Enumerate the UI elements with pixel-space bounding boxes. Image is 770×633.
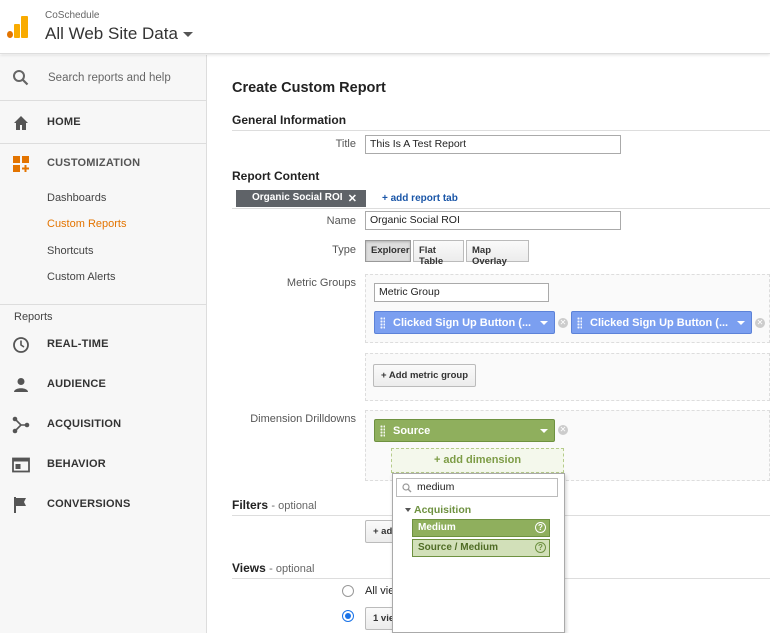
chevron-down-icon[interactable] [737,321,745,325]
sidebar-item-dashboards[interactable]: Dashboards [47,192,106,204]
drag-handle-icon[interactable] [380,425,385,437]
dimension-label: Source [393,425,431,437]
acquisition-icon [12,416,30,434]
sidebar-item-shortcuts[interactable]: Shortcuts [47,245,93,257]
type-label: Type [332,244,356,256]
sidebar-item-label: CONVERSIONS [47,498,131,510]
dimension-search-input[interactable]: medium [396,478,558,497]
dimension-option-source-medium[interactable]: Source / Medium ? [412,539,550,557]
all-views-label: All vie [365,585,395,597]
name-input[interactable]: Organic Social ROI [365,211,621,230]
property-name: All Web Site Data [45,24,178,43]
sidebar-item-real-time[interactable]: REAL-TIME [0,327,206,363]
sidebar-item-customization[interactable]: CUSTOMIZATION [0,146,206,182]
sidebar-item-custom-reports[interactable]: Custom Reports [47,218,126,230]
reports-section-label: Reports [14,311,53,323]
metric-groups-label: Metric Groups [286,277,356,289]
sidebar-item-home[interactable]: HOME [0,105,206,141]
metric-pill[interactable]: Clicked Sign Up Button (... [374,311,555,334]
flag-icon [14,497,26,513]
search-value: medium [417,481,455,493]
one-view-radio[interactable] [342,610,354,622]
search-icon [13,70,29,86]
divider [0,304,206,305]
property-selector[interactable]: All Web Site Data [45,24,193,44]
add-report-tab-link[interactable]: + add report tab [382,193,458,204]
help-icon[interactable]: ? [535,542,546,553]
page-title: Create Custom Report [232,80,386,96]
sidebar-item-audience[interactable]: AUDIENCE [0,367,206,403]
title-input[interactable]: This Is A Test Report [365,135,621,154]
sidebar-item-behavior[interactable]: BEHAVIOR [0,447,206,483]
remove-icon[interactable]: ✕ [558,425,568,435]
account-name: CoSchedule [45,10,100,21]
sidebar-item-acquisition[interactable]: ACQUISITION [0,407,206,443]
remove-icon[interactable]: ✕ [558,318,568,328]
type-flat-table-button[interactable]: Flat Table [413,240,464,267]
divider [0,143,206,144]
type-map-overlay-button[interactable]: Map Overlay [466,240,529,267]
filters-heading: Filters - optional [232,498,317,512]
customization-icon [13,156,29,172]
general-info-heading: General Information [232,113,347,127]
drag-handle-icon[interactable] [577,317,582,329]
sidebar-item-label: REAL-TIME [47,338,109,350]
tab-label: Organic Social ROI [252,192,343,203]
triangle-down-icon [405,508,411,513]
add-metric-group-button[interactable]: + Add metric group [373,364,477,387]
name-label: Name [326,215,356,227]
drag-handle-icon[interactable] [380,317,385,329]
analytics-logo-icon[interactable] [7,16,29,38]
sidebar-item-label: BEHAVIOR [47,458,106,470]
title-label: Title [335,138,356,150]
sidebar-item-label: CUSTOMIZATION [47,157,141,169]
top-bar: CoSchedule All Web Site Data [0,0,770,54]
dimension-picker-popup: medium Acquisition Medium ? Source / Med… [392,473,565,633]
main-content: Create Custom Report General Information… [220,55,770,633]
person-icon [14,378,28,392]
type-explorer-button[interactable]: Explorer [365,240,411,262]
category-acquisition[interactable]: Acquisition [405,504,471,516]
divider [232,130,770,131]
close-icon[interactable]: ✕ [348,192,357,205]
chevron-down-icon[interactable] [540,429,548,433]
home-icon [14,116,28,130]
sidebar-item-label: HOME [47,116,81,128]
views-heading: Views - optional [232,561,315,575]
chevron-down-icon[interactable] [540,321,548,325]
metric-label: Clicked Sign Up Button (... [393,317,532,329]
tab-organic-social-roi[interactable]: Organic Social ROI ✕ [236,190,366,207]
all-views-radio[interactable] [342,585,354,597]
add-dimension-button[interactable]: + add dimension [391,448,564,473]
clock-icon [13,337,29,353]
metric-pill[interactable]: Clicked Sign Up Button (... [571,311,752,334]
remove-icon[interactable]: ✕ [755,318,765,328]
behavior-icon [12,457,30,473]
sidebar-item-custom-alerts[interactable]: Custom Alerts [47,271,115,283]
sidebar-item-label: AUDIENCE [47,378,107,390]
sidebar: Search reports and help HOME CUSTOMIZATI… [0,55,207,633]
search-icon [402,483,412,493]
search-label: Search reports and help [48,72,171,84]
help-icon[interactable]: ? [535,522,546,533]
sidebar-item-conversions[interactable]: CONVERSIONS [0,487,206,523]
sidebar-search[interactable]: Search reports and help [0,55,206,101]
dimension-pill[interactable]: Source [374,419,555,442]
metric-label: Clicked Sign Up Button (... [590,317,729,329]
dimension-option-medium[interactable]: Medium ? [412,519,550,537]
chevron-down-icon [182,32,193,38]
sidebar-item-label: ACQUISITION [47,418,122,430]
metric-group-name-input[interactable]: Metric Group [374,283,549,302]
dimension-drilldowns-label: Dimension Drilldowns [250,413,356,425]
divider [232,208,770,209]
report-content-heading: Report Content [232,169,320,183]
